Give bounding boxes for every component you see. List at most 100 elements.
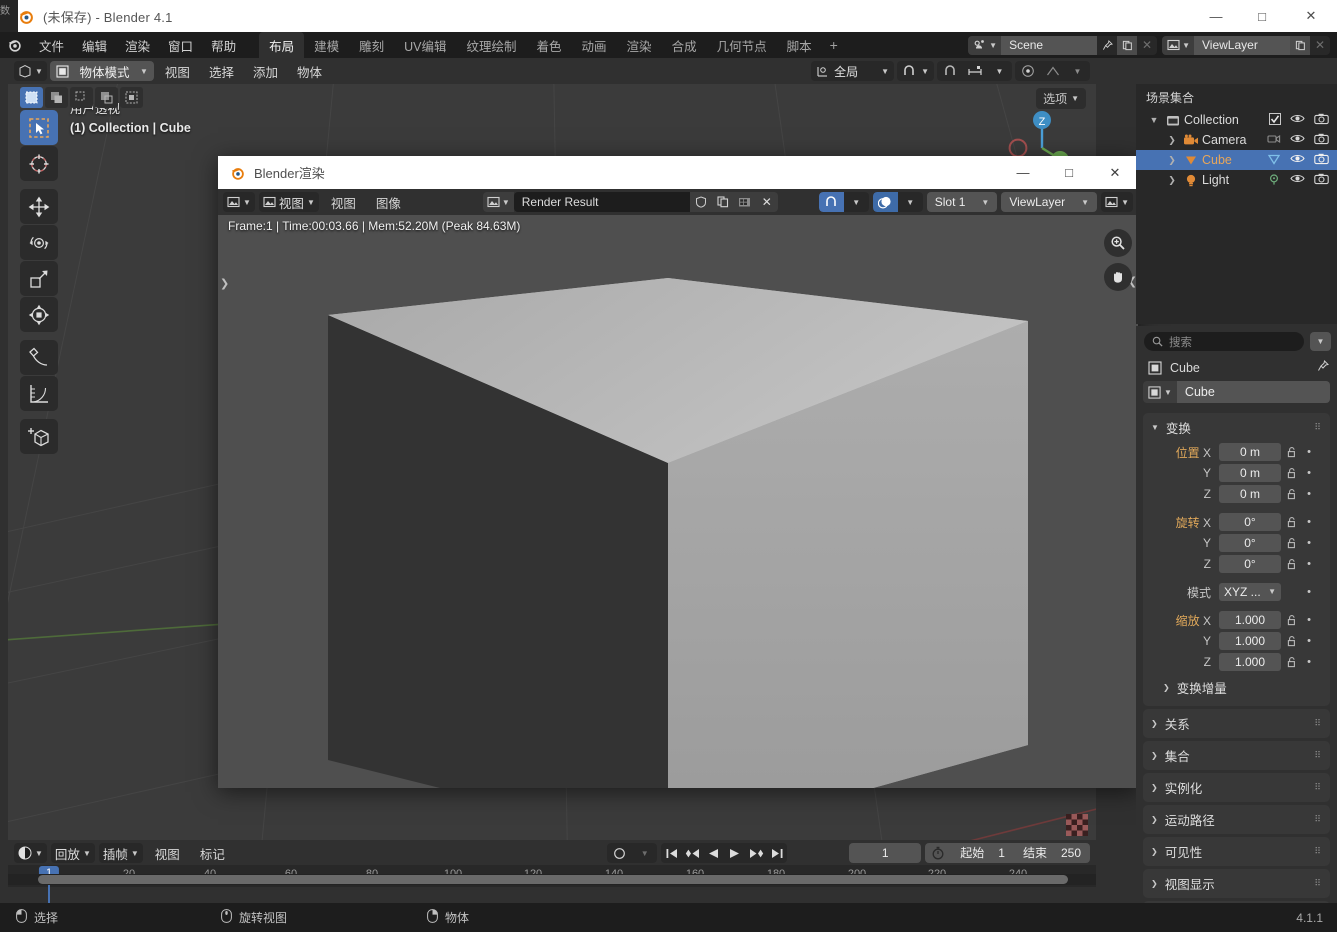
new-scene-button[interactable] (1117, 35, 1138, 55)
render-viewlayer-selector[interactable]: ViewLayer ▼ (1001, 192, 1098, 212)
render-camera-icon[interactable] (1314, 173, 1329, 188)
menu-window[interactable]: 窗口 (159, 33, 202, 58)
auto-keying-dropdown[interactable]: ▼ (632, 843, 658, 863)
delete-viewlayer-button[interactable]: ✕ (1310, 36, 1330, 55)
camera-data-icon[interactable] (1267, 133, 1281, 148)
timeline-scrollbar-thumb[interactable] (38, 875, 1068, 884)
tool-move[interactable] (20, 189, 58, 224)
panel-drag-handle[interactable]: ⠿ (1314, 782, 1322, 793)
relations-panel[interactable]: ❯ 关系 ⠿ (1143, 709, 1330, 738)
window-minimize-button[interactable]: — (1193, 0, 1239, 32)
jump-to-start-button[interactable] (661, 843, 682, 863)
object-datablock-icon[interactable]: ▼ (1143, 381, 1177, 403)
render-menu-view[interactable]: 视图 (323, 191, 364, 214)
properties-editor[interactable]: 搜索 ▼ Cube ▼ Cube ▼ 变换 ⠿ 位置 X 0 m • Y 0 m… (1136, 326, 1337, 930)
timeline-menu-view[interactable]: 视图 (147, 842, 188, 865)
workspace-tab-uvediting[interactable]: UV编辑 (394, 32, 456, 59)
motion-paths-panel[interactable]: ❯ 运动路径 ⠿ (1143, 805, 1330, 834)
panel-drag-handle[interactable]: ⠿ (1314, 878, 1322, 889)
menu-help[interactable]: 帮助 (202, 33, 245, 58)
chevron-right-icon[interactable]: ❯ (1151, 879, 1158, 888)
checkbox-icon[interactable] (1269, 112, 1281, 128)
proportional-falloff-dropdown[interactable]: ▼ (1065, 61, 1090, 81)
lock-icon[interactable] (1285, 558, 1299, 570)
viewlayer-selector[interactable]: ▼ ViewLayer ✕ (1162, 35, 1330, 55)
lock-icon[interactable] (1285, 488, 1299, 500)
frame-range-fields[interactable]: 起始 1 结束 250 (925, 843, 1090, 863)
lock-icon[interactable] (1285, 467, 1299, 479)
timeline-menu-keying[interactable]: 插帧 ▼ (98, 843, 143, 863)
instancing-panel-header[interactable]: ❯ 实例化 ⠿ (1143, 773, 1330, 802)
panel-expand-chevron-icon[interactable]: ▼ (1151, 423, 1159, 432)
visibility-eye-icon[interactable] (1290, 133, 1305, 147)
snap-toggle-button[interactable] (937, 61, 962, 81)
render-editor-type-selector[interactable]: ▼ (223, 192, 255, 212)
jump-to-next-keyframe-button[interactable] (745, 843, 766, 863)
lock-icon[interactable] (1285, 446, 1299, 458)
render-snap-dropdown[interactable]: ▼ (843, 192, 869, 212)
render-left-panel-toggle[interactable]: ❯ (220, 277, 229, 290)
panel-drag-handle[interactable]: ⠿ (1314, 814, 1322, 825)
animate-property-dot-icon[interactable]: • (1303, 635, 1315, 647)
motion-paths-panel-header[interactable]: ❯ 运动路径 ⠿ (1143, 805, 1330, 834)
tool-scale[interactable] (20, 261, 58, 296)
editor-type-selector[interactable]: ▼ (14, 61, 47, 81)
render-result-canvas[interactable]: Frame:1 | Time:00:03.66 | Mem:52.20M (Pe… (218, 215, 1138, 788)
play-reverse-button[interactable] (703, 843, 724, 863)
pin-scene-icon[interactable] (1097, 36, 1117, 55)
proportional-edit-toggle[interactable] (1015, 61, 1040, 81)
viewport-menu-select[interactable]: 选择 (201, 60, 242, 83)
chevron-right-icon[interactable]: ❯ (1163, 683, 1170, 692)
object-name-field-row[interactable]: ▼ Cube (1143, 381, 1330, 403)
viewport-menu-view[interactable]: 视图 (157, 60, 198, 83)
render-menu-image[interactable]: 图像 (368, 191, 409, 214)
tool-cursor[interactable] (20, 146, 58, 181)
animate-property-dot-icon[interactable]: • (1303, 446, 1315, 458)
image-datablock-icon[interactable]: ▼ (482, 192, 514, 212)
menu-file[interactable]: 文件 (30, 33, 73, 58)
window-close-button[interactable]: ✕ (1285, 0, 1337, 32)
workspace-tab-layout[interactable]: 布局 (259, 31, 305, 59)
pan-hand-icon[interactable] (1104, 263, 1132, 291)
timeline-editor-type-selector[interactable]: ▼ (14, 843, 47, 863)
outliner-row-cube[interactable]: ❯ Cube (1136, 150, 1337, 170)
select-extend-icon[interactable] (45, 87, 68, 108)
render-camera-icon[interactable] (1314, 153, 1329, 168)
viewport-options-dropdown[interactable]: 选项 ▼ (1036, 88, 1086, 109)
lock-icon[interactable] (1285, 635, 1299, 647)
render-image-datablock[interactable]: ▼ Render Result ✕ (482, 192, 778, 212)
workspace-tab-geometrynodes[interactable]: 几何节点 (707, 32, 777, 59)
fake-user-button[interactable] (689, 192, 712, 212)
collections-panel[interactable]: ❯ 集合 ⠿ (1143, 741, 1330, 770)
proportional-falloff-button[interactable] (1040, 61, 1065, 81)
collections-panel-header[interactable]: ❯ 集合 ⠿ (1143, 741, 1330, 770)
location-z-field[interactable]: 0 m (1219, 485, 1281, 503)
panel-drag-handle[interactable]: ⠿ (1314, 750, 1322, 761)
new-viewlayer-button[interactable] (1290, 35, 1310, 55)
location-x-field[interactable]: 0 m (1219, 443, 1281, 461)
render-snap-toggle[interactable] (818, 192, 844, 212)
workspace-tab-animation[interactable]: 动画 (572, 32, 617, 59)
render-maximize-button[interactable]: □ (1046, 156, 1092, 189)
lock-icon[interactable] (1285, 614, 1299, 626)
scale-z-field[interactable]: 1.000 (1219, 653, 1281, 671)
outliner-row-collection[interactable]: ▼ Collection (1136, 110, 1337, 130)
jump-to-end-button[interactable] (766, 843, 787, 863)
open-image-button[interactable] (733, 192, 756, 212)
visibility-panel[interactable]: ❯ 可见性 ⠿ (1143, 837, 1330, 866)
play-button[interactable] (724, 843, 745, 863)
current-frame-field[interactable]: 1 (849, 843, 922, 863)
light-data-icon[interactable] (1267, 172, 1281, 189)
transform-panel-header[interactable]: ▼ 变换 ⠿ (1143, 413, 1330, 442)
location-y-field[interactable]: 0 m (1219, 464, 1281, 482)
panel-drag-handle[interactable]: ⠿ (1314, 846, 1322, 857)
snap-dropdown-button[interactable]: ▼ (987, 61, 1012, 81)
chevron-right-icon[interactable]: ❯ (1151, 751, 1158, 760)
viewport-menu-add[interactable]: 添加 (245, 60, 286, 83)
animate-property-dot-icon[interactable]: • (1303, 614, 1315, 626)
rotation-x-field[interactable]: 0° (1219, 513, 1281, 531)
disclosure-chevron-icon[interactable]: ❯ (1164, 135, 1180, 146)
new-image-button[interactable] (711, 192, 734, 212)
chevron-right-icon[interactable]: ❯ (1151, 719, 1158, 728)
render-minimize-button[interactable]: — (1000, 156, 1046, 189)
